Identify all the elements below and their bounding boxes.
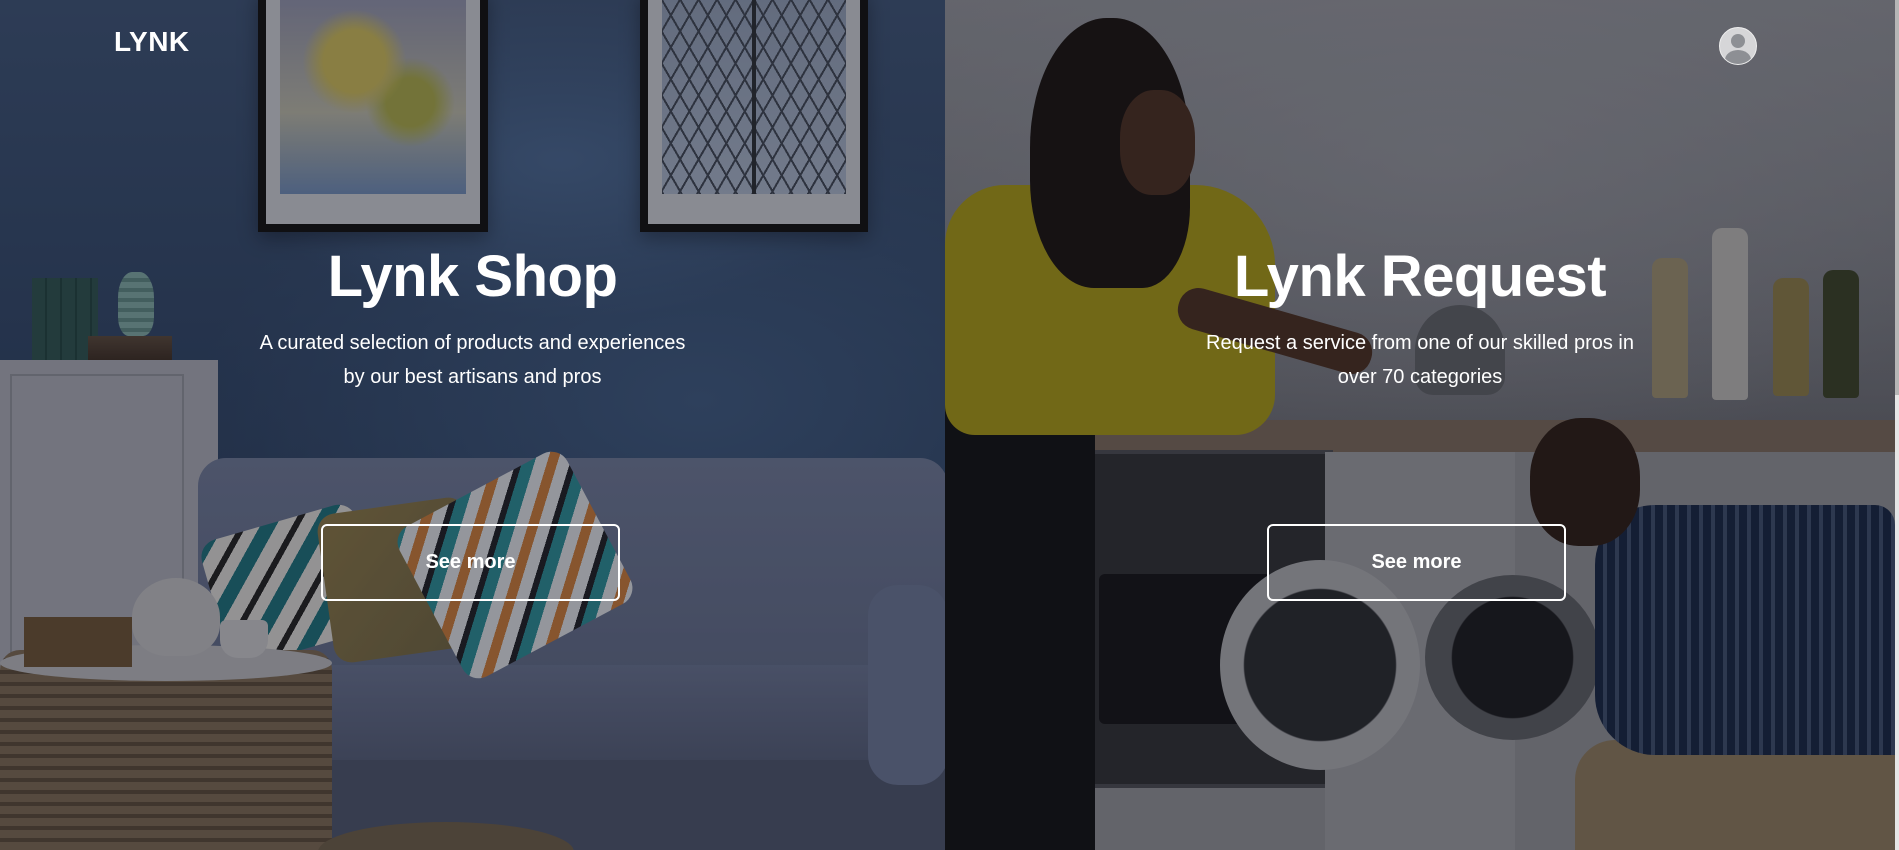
request-description-line-2: over 70 categories bbox=[1337, 366, 1503, 388]
page-scrollbar[interactable] bbox=[1895, 0, 1899, 850]
shop-title: Lynk Shop bbox=[327, 244, 618, 309]
shop-content: Lynk Shop A curated selection of product… bbox=[0, 0, 945, 850]
request-description: Request a service from one of our skille… bbox=[945, 326, 1895, 394]
request-panel: Lynk Request Request a service from one … bbox=[945, 0, 1895, 850]
shop-description: A curated selection of products and expe… bbox=[0, 326, 945, 394]
avatar-head-shape bbox=[1731, 34, 1745, 48]
request-content: Lynk Request Request a service from one … bbox=[945, 0, 1895, 850]
user-avatar-icon[interactable] bbox=[1719, 27, 1757, 65]
shop-see-more-button[interactable]: See more bbox=[321, 524, 620, 601]
shop-panel: Lynk Shop A curated selection of product… bbox=[0, 0, 945, 850]
request-title: Lynk Request bbox=[1233, 244, 1607, 309]
lynk-logo[interactable]: LYNK bbox=[114, 26, 190, 58]
avatar-body-shape bbox=[1725, 50, 1751, 64]
request-see-more-button[interactable]: See more bbox=[1267, 524, 1566, 601]
shop-description-line-2: by our best artisans and pros bbox=[343, 366, 602, 388]
shop-description-line-1: A curated selection of products and expe… bbox=[259, 332, 686, 354]
request-description-line-1: Request a service from one of our skille… bbox=[1206, 332, 1634, 354]
